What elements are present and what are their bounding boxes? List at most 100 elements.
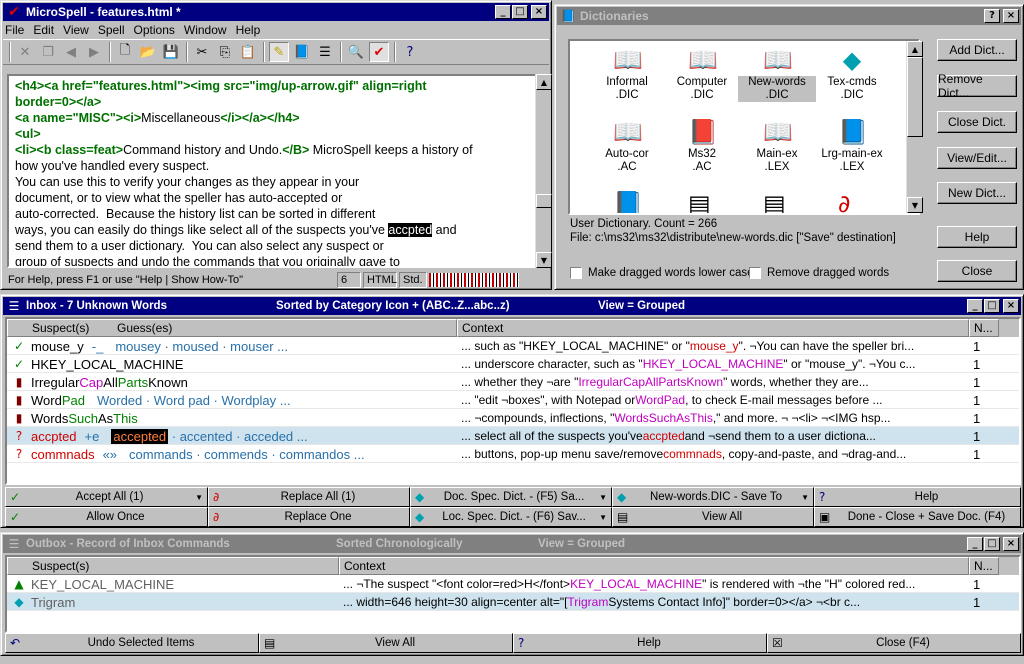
scroll-thumb[interactable]	[907, 57, 923, 137]
scroll-down-icon[interactable]: ▼	[907, 197, 923, 213]
dict-close-button[interactable]: ×	[1003, 9, 1019, 23]
selected-guess[interactable]: accepted	[111, 428, 169, 444]
dict-button-new-dict[interactable]: New Dict...	[937, 182, 1017, 204]
table-row[interactable]: ▮ WordPad Worded · Word pad · Wordplay ...…	[7, 391, 1019, 409]
action-allow-once-button[interactable]: ✓ Allow Once	[5, 507, 208, 527]
dictionary-item-ms32[interactable]: 📕 Ms32 .AC	[663, 119, 741, 174]
outbox-grid[interactable]: Suspect(s) Context N... ▲ KEY_LOCAL_MACHI…	[5, 555, 1021, 633]
menu-view[interactable]: View	[63, 23, 89, 37]
outbox-count-header[interactable]: N...	[969, 557, 999, 575]
spellcheck-icon[interactable]: ✔	[369, 42, 389, 62]
action-undo-selected-items-button[interactable]: ↶ Undo Selected Items	[5, 633, 259, 653]
suspect-cell[interactable]: ✓ mouse_y -_ mousey · moused · mouser ...	[7, 337, 457, 355]
action-help-button[interactable]: ? Help	[814, 487, 1021, 507]
dict-button-close-dict[interactable]: Close Dict.	[937, 111, 1017, 133]
dictionary-item-new-words[interactable]: 📖 New-words .DIC	[738, 47, 816, 102]
editor-scrollbar[interactable]: ▲ ▼	[535, 74, 552, 268]
count-header[interactable]: N...	[969, 319, 999, 337]
find-icon[interactable]: 🔍	[346, 42, 366, 62]
guess-list[interactable]: Worded · Word pad · Wordplay ...	[97, 393, 291, 408]
save-icon[interactable]: 💾	[161, 42, 181, 62]
menu-window[interactable]: Window	[184, 23, 227, 37]
action-replace-one-button[interactable]: ∂ Replace One	[208, 507, 410, 527]
suspect-cell[interactable]: ▮ IrregularCapAllPartsKnown	[7, 373, 457, 391]
table-row[interactable]: ✓ HKEY_LOCAL_MACHINE... underscore charac…	[7, 355, 1019, 373]
menu-file[interactable]: File	[5, 23, 24, 37]
guess-list[interactable]: mousey · moused · mouser ...	[115, 339, 288, 354]
menu-spell[interactable]: Spell	[98, 23, 125, 37]
checkbox-box[interactable]	[749, 267, 761, 279]
dict-button-add-dict[interactable]: Add Dict...	[937, 39, 1017, 61]
delete-icon[interactable]: ✕	[15, 42, 35, 62]
action-replace-all-1-button[interactable]: ∂ Replace All (1)	[208, 487, 410, 507]
suspect-cell[interactable]: ▲ KEY_LOCAL_MACHINE	[7, 575, 339, 593]
context-help-icon[interactable]: ?	[400, 42, 420, 62]
action-help-button[interactable]: ? Help	[513, 633, 767, 653]
paste-icon[interactable]: 📋	[238, 42, 258, 62]
menu-edit[interactable]: Edit	[33, 23, 54, 37]
open-folder-icon[interactable]: 📂	[138, 42, 158, 62]
minimize-button[interactable]: _	[967, 537, 983, 551]
cut-icon[interactable]: ✂	[192, 42, 212, 62]
dictionary-scrollbar[interactable]: ▲ ▼	[906, 41, 923, 213]
suspect-cell[interactable]: ✓ HKEY_LOCAL_MACHINE	[7, 355, 457, 373]
copy-pages-icon[interactable]: ❐	[38, 42, 58, 62]
outbox-context-header[interactable]: Context	[339, 557, 969, 575]
new-file-icon[interactable]: 🗋	[115, 42, 135, 62]
suspect-cell[interactable]: ◆ Trigram	[7, 593, 339, 611]
back-icon[interactable]: ◀	[61, 42, 81, 62]
suspect-cell[interactable]: ▮ WordPad Worded · Word pad · Wordplay ...	[7, 391, 457, 409]
checkbox-box[interactable]	[570, 267, 582, 279]
copy-icon[interactable]: ⎘	[215, 42, 235, 62]
maximize-button[interactable]: □	[984, 299, 1000, 313]
highlight-pen-icon[interactable]: ✎	[269, 42, 289, 62]
suspect-cell[interactable]: ? accpted +e accepted · accented · acceded …	[7, 427, 457, 445]
table-row[interactable]: ? commnads «» commands · commends · command…	[7, 445, 1019, 463]
microspell-titlebar[interactable]: ✔ MicroSpell - features.html * _ □ ×	[3, 3, 549, 21]
table-row[interactable]: ◆ Trigram... width=646 height=30 align=ce…	[7, 593, 1019, 611]
outbox-suspect-header[interactable]: Suspect(s)	[7, 557, 339, 575]
table-row[interactable]: ▲ KEY_LOCAL_MACHINE... ¬The suspect "<fon…	[7, 575, 1019, 593]
table-row[interactable]: ? accpted +e accepted · accented · acceded …	[7, 427, 1019, 445]
menu-options[interactable]: Options	[134, 23, 175, 37]
guess-list[interactable]: commands · commends · commandos ...	[129, 447, 365, 462]
dictionary-item-main-ex[interactable]: 📖 Main-ex .LEX	[738, 119, 816, 174]
chevron-down-icon[interactable]: ▼	[195, 493, 203, 502]
maximize-button[interactable]: □	[984, 537, 1000, 551]
dictionary-item-tex-cmds[interactable]: ◆ Tex-cmds .DIC	[813, 47, 891, 102]
scroll-up-icon[interactable]: ▲	[536, 74, 552, 90]
suspect-guess-header[interactable]: Suspect(s) Guess(es)	[7, 319, 457, 337]
remove-dragged-checkbox[interactable]: Remove dragged words	[749, 267, 889, 279]
dictionary-list[interactable]: 📖 Informal .DIC 📖 Computer .DIC 📖 New-words .DIC…	[568, 39, 920, 215]
dictionary-item-auto-cor[interactable]: 📖 Auto-cor .AC	[588, 119, 666, 174]
dict-button-close[interactable]: Close	[937, 260, 1017, 282]
lower-case-checkbox[interactable]: Make dragged words lower case	[570, 267, 754, 279]
action-view-all-button[interactable]: ▤ View All	[259, 633, 513, 653]
close-button[interactable]: ×	[1003, 537, 1019, 551]
dict-button-remove-dict[interactable]: Remove Dict...	[937, 72, 1017, 100]
action-view-all-button[interactable]: ▤ View All	[612, 507, 814, 527]
table-row[interactable]: ▮ IrregularCapAllPartsKnown... whether th…	[7, 373, 1019, 391]
dict-button-help[interactable]: Help	[937, 226, 1017, 248]
action-done-close-save-doc-f4-button[interactable]: ▣ Done - Close + Save Doc. (F4)	[814, 507, 1021, 527]
chevron-down-icon[interactable]: ▼	[599, 513, 607, 522]
chevron-down-icon[interactable]: ▼	[801, 493, 809, 502]
close-button[interactable]: ×	[1003, 299, 1019, 313]
minimize-button[interactable]: _	[967, 299, 983, 313]
dictionary-item-computer[interactable]: 📖 Computer .DIC	[663, 47, 741, 102]
chevron-down-icon[interactable]: ▼	[599, 493, 607, 502]
action-doc-spec-dict-f5-sa-button[interactable]: ◆ Doc. Spec. Dict. - (F5) Sa... ▼	[410, 487, 612, 507]
table-row[interactable]: ▮ WordsSuchAsThis... ¬compounds, inflecti…	[7, 409, 1019, 427]
suspect-cell[interactable]: ▮ WordsSuchAsThis	[7, 409, 457, 427]
dictionaries-titlebar[interactable]: 📘 Dictionaries ? ×	[557, 7, 1021, 25]
dict-button-view-edit[interactable]: View/Edit...	[937, 147, 1017, 169]
maximize-button[interactable]: □	[512, 5, 528, 19]
dictionary-book-icon[interactable]: 📘	[292, 42, 312, 62]
table-row[interactable]: ✓ mouse_y -_ mousey · moused · mouser .....…	[7, 337, 1019, 355]
outbox-titlebar[interactable]: ☰ Outbox - Record of Inbox Commands Sort…	[3, 535, 1021, 553]
minimize-button[interactable]: _	[495, 5, 511, 19]
action-close-f4-button[interactable]: ☒ Close (F4)	[767, 633, 1021, 653]
inbox-grid[interactable]: Suspect(s) Guess(es) Context N... ✓ mouse_…	[5, 317, 1021, 485]
suspect-cell[interactable]: ? commnads «» commands · commends · command…	[7, 445, 457, 463]
action-new-words-dic-save-to-button[interactable]: ◆ New-words.DIC - Save To ▼	[612, 487, 814, 507]
